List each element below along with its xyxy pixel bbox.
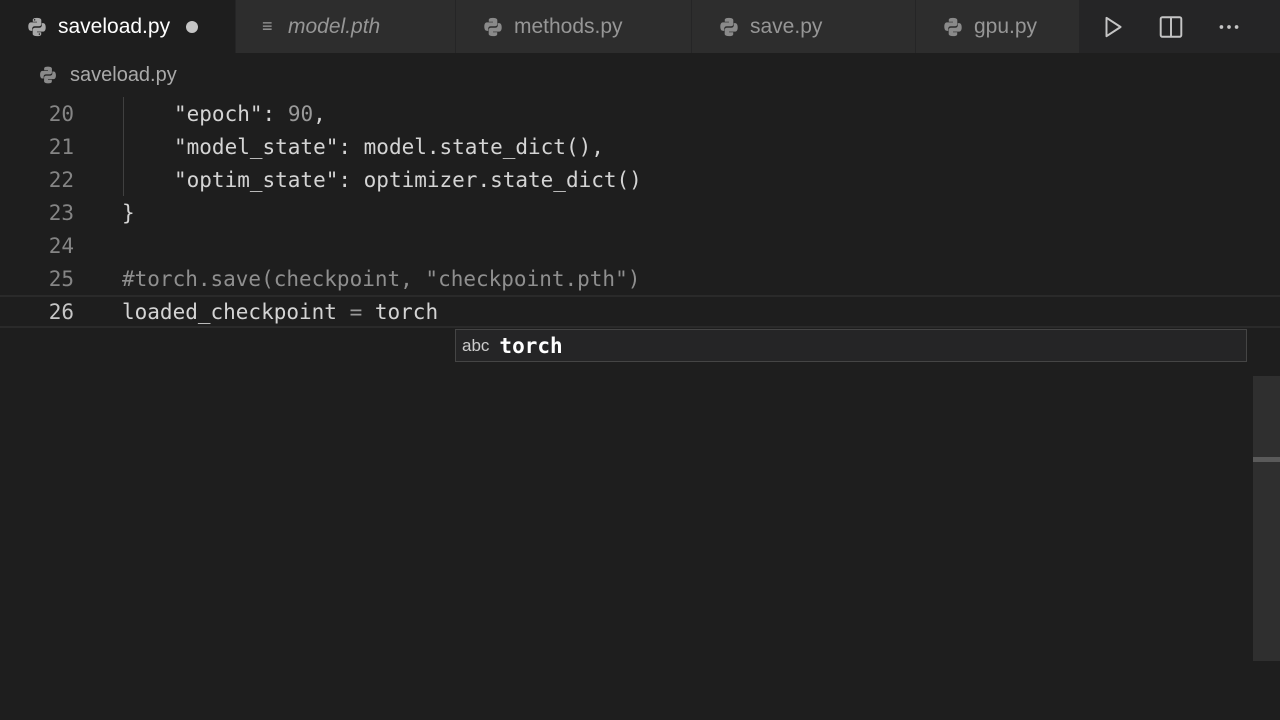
code-line[interactable]: 21 "model_state": model.state_dict(), xyxy=(0,130,1280,163)
code-token: "optim_state" xyxy=(174,167,339,192)
tab-label: model.pth xyxy=(288,14,381,38)
code-token: : xyxy=(262,101,288,126)
editor-actions xyxy=(1084,0,1280,53)
python-icon xyxy=(40,66,56,84)
code-token: "model_state" xyxy=(174,134,339,159)
tab-save[interactable]: save.py xyxy=(692,0,916,53)
code-line[interactable]: 22 "optim_state": optimizer.state_dict() xyxy=(0,163,1280,196)
code-text: "model_state": model.state_dict(), xyxy=(174,135,604,159)
current-code-line[interactable]: 26 loaded_checkpoint = torch xyxy=(0,295,1280,328)
tab-label: gpu.py xyxy=(974,14,1038,38)
code-text: "epoch": 90, xyxy=(174,102,326,126)
tab-bar: saveload.py ≡ model.pth methods.py save.… xyxy=(0,0,1280,53)
more-actions-button[interactable] xyxy=(1200,0,1258,53)
suggestion-item-label[interactable]: torch xyxy=(499,334,562,358)
line-number: 24 xyxy=(48,233,74,258)
code-text: "optim_state": optimizer.state_dict() xyxy=(174,168,642,192)
tab-label: save.py xyxy=(750,14,823,38)
tab-methods[interactable]: methods.py xyxy=(456,0,692,53)
breadcrumb[interactable]: saveload.py xyxy=(0,53,1280,97)
run-icon xyxy=(1105,16,1122,37)
code-token: : model.state_dict(), xyxy=(338,134,604,159)
code-token: = xyxy=(336,299,375,324)
code-text: loaded_checkpoint = torch xyxy=(122,300,438,324)
line-number: 22 xyxy=(48,167,74,192)
code-line[interactable]: 20 "epoch": 90, xyxy=(0,97,1280,130)
line-number: 23 xyxy=(48,200,74,225)
code-editor[interactable]: 20 "epoch": 90, 21 "model_state": model.… xyxy=(0,97,1280,720)
more-icon xyxy=(1219,24,1239,29)
code-comment: #torch.save(checkpoint, "checkpoint.pth"… xyxy=(122,266,641,291)
tab-label: methods.py xyxy=(514,14,623,38)
split-editor-icon xyxy=(1159,15,1183,38)
code-token: torch xyxy=(374,299,439,324)
split-editor-button[interactable] xyxy=(1142,0,1200,53)
code-token: , xyxy=(313,101,326,126)
word-suggestion-icon: abc xyxy=(462,335,490,355)
scrollbar-cursor-marker xyxy=(1253,457,1280,462)
code-line[interactable]: 24 xyxy=(0,229,1280,262)
code-token: : optimizer.state_dict() xyxy=(338,167,642,192)
python-icon xyxy=(484,17,502,36)
line-number: 21 xyxy=(48,134,74,159)
line-number: 20 xyxy=(48,101,74,126)
tab-model-pth[interactable]: ≡ model.pth xyxy=(236,0,456,53)
lines-icon: ≡ xyxy=(262,16,273,36)
code-token: "epoch" xyxy=(174,101,263,126)
code-token: 90 xyxy=(287,101,314,126)
run-button[interactable] xyxy=(1084,0,1142,53)
code-text: } xyxy=(122,200,135,225)
suggest-widget[interactable]: abc torch xyxy=(455,329,1247,362)
line-number: 26 xyxy=(48,299,74,324)
breadcrumb-file[interactable]: saveload.py xyxy=(70,64,177,87)
tab-label: saveload.py xyxy=(58,14,171,38)
python-icon xyxy=(720,17,738,36)
unsaved-dot-icon[interactable] xyxy=(186,20,199,33)
vertical-scrollbar[interactable] xyxy=(1253,376,1280,661)
python-icon xyxy=(28,17,46,36)
tab-gpu[interactable]: gpu.py xyxy=(916,0,1080,53)
line-number: 25 xyxy=(48,266,74,291)
code-line[interactable]: 23 } xyxy=(0,196,1280,229)
python-icon xyxy=(944,17,962,36)
code-token: loaded_checkpoint xyxy=(122,299,337,324)
tab-saveload[interactable]: saveload.py xyxy=(0,0,236,53)
code-line[interactable]: 25 #torch.save(checkpoint, "checkpoint.p… xyxy=(0,262,1280,295)
